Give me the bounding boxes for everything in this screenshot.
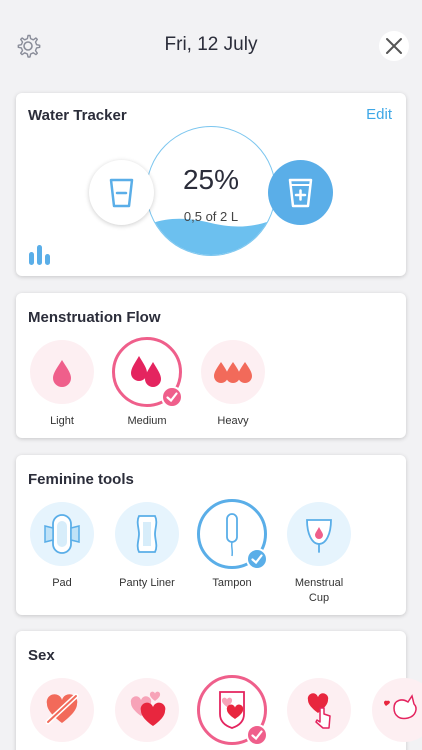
edit-button[interactable]: Edit	[366, 106, 392, 123]
drop-icon	[53, 360, 71, 387]
close-icon	[386, 38, 402, 54]
date-title: Fri, 12 July	[164, 34, 258, 55]
add-glass-button[interactable]	[268, 160, 333, 225]
flow-option-medium[interactable]: Medium	[97, 337, 197, 429]
stats-icon[interactable]	[28, 243, 52, 265]
heart-touch-icon	[307, 693, 331, 729]
feminine-tools-title: Feminine tools	[28, 471, 134, 488]
water-amount: 0,5 of 2 L	[183, 209, 239, 224]
flow-light-circle[interactable]	[30, 340, 94, 404]
water-tracker-card: Water Tracker Edit 25% 0,5 of 2 L	[16, 93, 406, 276]
tool-menstrual-cup-circle[interactable]	[287, 502, 351, 566]
top-bar: Fri, 12 July	[0, 0, 422, 90]
sex-hearts-circle[interactable]	[115, 678, 179, 742]
sex-touch-circle[interactable]	[287, 678, 351, 742]
flow-medium-circle[interactable]	[112, 337, 183, 408]
close-button[interactable]	[379, 31, 409, 61]
glass-minus-icon	[109, 178, 134, 208]
tool-option-menstrual-cup[interactable]: Menstrual Cup	[269, 502, 369, 606]
hearts-icon	[130, 691, 166, 726]
menstrual-cup-icon	[306, 519, 332, 553]
sex-protected-circle[interactable]	[197, 675, 268, 746]
sex-none-circle[interactable]	[30, 678, 94, 742]
sex-title: Sex	[28, 647, 55, 664]
sex-option-toy[interactable]	[354, 678, 422, 742]
tool-option-label: Tampon	[212, 577, 252, 589]
flow-option-label: Medium	[127, 415, 167, 427]
sex-toy-circle[interactable]	[372, 678, 422, 742]
check-icon	[246, 724, 268, 746]
tool-option-label: Menstrual Cup	[294, 577, 344, 604]
sex-option-protected[interactable]	[182, 675, 282, 746]
menstruation-flow-title: Menstruation Flow	[28, 309, 161, 326]
pad-icon	[44, 514, 80, 554]
flow-option-label: Heavy	[217, 415, 249, 427]
check-icon	[246, 548, 268, 570]
water-progress-circle: 25% 0,5 of 2 L	[146, 126, 276, 256]
tool-tampon-circle[interactable]	[197, 499, 268, 570]
check-icon	[161, 386, 183, 408]
tool-panty-liner-circle[interactable]	[115, 502, 179, 566]
tool-option-tampon[interactable]: Tampon	[182, 499, 282, 591]
tool-pad-circle[interactable]	[30, 502, 94, 566]
flow-option-heavy[interactable]: Heavy	[183, 340, 283, 429]
remove-glass-button[interactable]	[89, 160, 154, 225]
sex-card: Sex	[16, 631, 422, 750]
flow-heavy-circle[interactable]	[201, 340, 265, 404]
feminine-tools-card: Feminine tools Pad Panty Liner Tampon Me…	[16, 455, 406, 615]
menstruation-flow-card: Menstruation Flow Light Medium Heavy	[16, 293, 406, 438]
water-percent: 25%	[182, 164, 240, 195]
toy-icon	[384, 694, 417, 720]
panty-liner-icon	[136, 515, 158, 553]
three-drops-icon	[214, 362, 252, 383]
glass-plus-icon	[288, 178, 313, 208]
water-tracker-title: Water Tracker	[28, 107, 127, 124]
no-heart-icon	[45, 693, 79, 725]
